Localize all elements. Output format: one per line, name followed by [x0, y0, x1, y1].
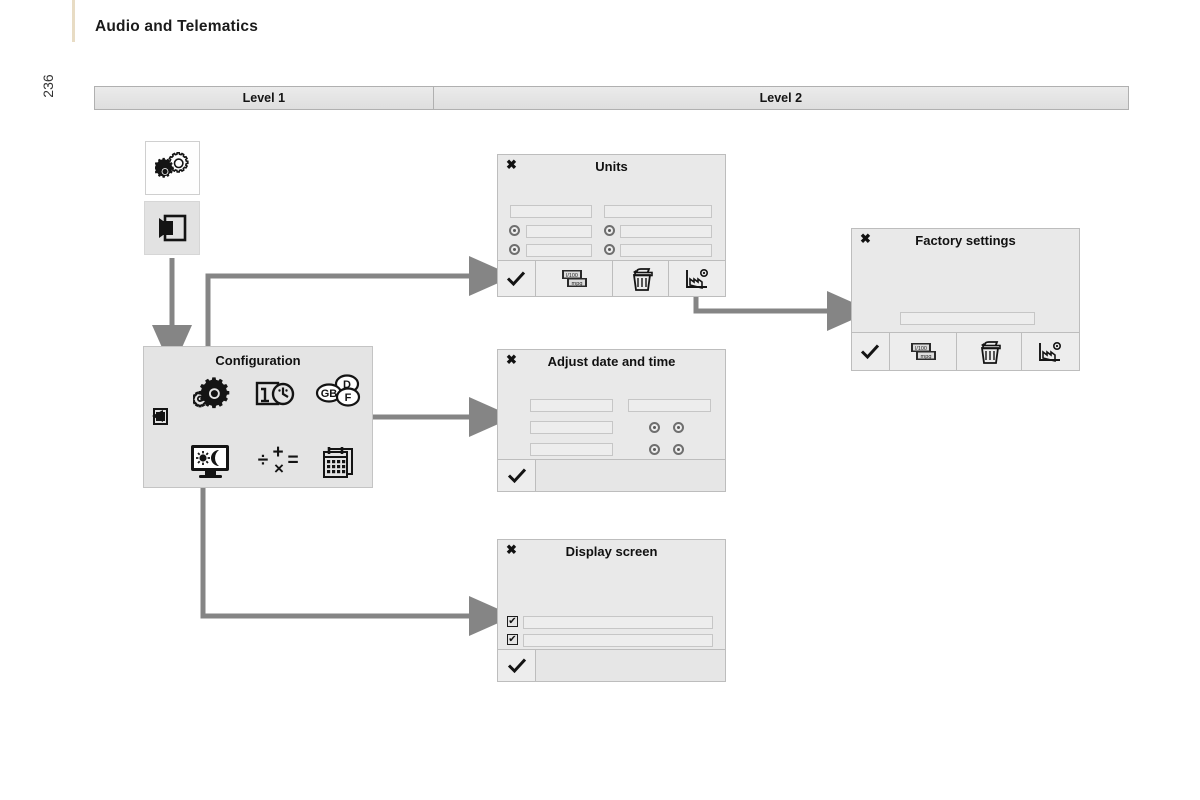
toolbar-blank: [536, 650, 725, 681]
level-2-header: Level 2: [759, 91, 803, 105]
config-icon-display-screen[interactable]: [186, 442, 236, 482]
units-title: Units: [595, 159, 628, 174]
display-field-2[interactable]: [523, 634, 713, 647]
datetime-radio-3[interactable]: [649, 444, 660, 455]
panel-factory-settings: ✖ Factory settings l/100 mpg: [851, 228, 1080, 371]
datetime-field-left-3[interactable]: [530, 443, 613, 456]
datetime-title: Adjust date and time: [547, 354, 676, 369]
title-accent-bar: [72, 0, 75, 42]
display-screen-icon: [191, 445, 229, 478]
datetime-radio-4[interactable]: [673, 444, 684, 455]
exit-icon: [159, 214, 187, 242]
display-checkbox-1[interactable]: ✔: [507, 616, 518, 627]
delete-icon[interactable]: [957, 333, 1022, 370]
units-field-right-3[interactable]: [620, 244, 712, 257]
datetime-radio-2[interactable]: [673, 422, 684, 433]
svg-text:÷: ÷: [258, 450, 268, 471]
validate-icon[interactable]: [852, 333, 890, 370]
datetime-field-left-1[interactable]: [530, 399, 613, 412]
page-root: Audio and Telematics 236 Level 1 Level 2: [0, 0, 1200, 800]
factory-glyph: [1039, 341, 1062, 362]
level1-tile-settings[interactable]: [145, 141, 200, 195]
gears-icon: [193, 377, 230, 409]
factory-field-1[interactable]: [900, 312, 1035, 325]
validate-icon[interactable]: [498, 650, 536, 681]
datetime-field-left-2[interactable]: [530, 421, 613, 434]
units-toggle-icon[interactable]: l/100 mpg: [535, 261, 614, 296]
display-title: Display screen: [565, 544, 658, 559]
datetime-toolbar: [498, 459, 725, 491]
svg-text:=: =: [287, 450, 298, 471]
level1-tile-exit[interactable]: [144, 201, 200, 255]
page-title: Audio and Telematics: [95, 18, 259, 35]
gears-icon: [154, 152, 189, 178]
km-mpg-glyph: l/100 mpg: [910, 342, 936, 360]
calendar-icon: [323, 447, 353, 478]
validate-icon[interactable]: [498, 460, 536, 491]
config-icon-units[interactable]: [191, 375, 235, 413]
panel-configuration: Configuration D GB F ÷ + × =: [143, 346, 373, 488]
units-radio-left-1[interactable]: [509, 225, 520, 236]
panel-adjust-date-time: ✖ Adjust date and time: [497, 349, 726, 492]
language-icon: D GB F: [315, 374, 361, 407]
svg-text:GB: GB: [321, 388, 338, 400]
back-arrow-glyph: [152, 408, 168, 425]
units-field-right-1[interactable]: [604, 205, 712, 218]
svg-text:mpg: mpg: [572, 281, 583, 287]
datetime-field-right-1[interactable]: [628, 399, 711, 412]
configuration-title: Configuration: [215, 353, 301, 368]
level-header: Level 1 Level 2: [94, 86, 1129, 110]
check-glyph: [507, 467, 526, 483]
svg-text:×: ×: [274, 459, 284, 478]
display-header: ✖ Display screen: [498, 540, 725, 566]
datetime-radio-1[interactable]: [649, 422, 660, 433]
level-1-header: Level 1: [95, 87, 434, 109]
display-checkbox-2[interactable]: ✔: [507, 634, 518, 645]
config-icon-calculator[interactable]: ÷ + × =: [254, 442, 302, 480]
date-time-icon: [255, 381, 295, 406]
units-field-left-1[interactable]: [510, 205, 592, 218]
display-field-1[interactable]: [523, 616, 713, 629]
factory-settings-icon[interactable]: [1021, 333, 1079, 370]
factory-header: ✖ Factory settings: [852, 229, 1079, 255]
back-arrow-icon[interactable]: [148, 405, 172, 427]
config-icon-language[interactable]: D GB F: [314, 373, 366, 413]
datetime-header: ✖ Adjust date and time: [498, 350, 725, 376]
page-number: 236: [40, 74, 56, 98]
units-field-left-2[interactable]: [526, 225, 592, 238]
units-field-left-3[interactable]: [526, 244, 592, 257]
check-glyph: [861, 343, 880, 359]
config-icon-date-time[interactable]: [254, 377, 300, 411]
factory-glyph: [686, 268, 709, 289]
units-radio-right-2[interactable]: [604, 244, 615, 255]
display-toolbar: [498, 649, 725, 681]
units-toggle-icon[interactable]: l/100 mpg: [889, 333, 958, 370]
trash-glyph: [980, 340, 1001, 364]
panel-display-screen: ✖ Display screen ✔ ✔: [497, 539, 726, 682]
units-header: ✖ Units: [498, 155, 725, 181]
units-radio-left-2[interactable]: [509, 244, 520, 255]
check-glyph: [507, 657, 526, 673]
delete-icon[interactable]: [613, 261, 670, 296]
trash-glyph: [632, 267, 653, 291]
units-field-right-2[interactable]: [620, 225, 712, 238]
units-radio-right-1[interactable]: [604, 225, 615, 236]
km-mpg-glyph: l/100 mpg: [562, 269, 588, 287]
toolbar-blank: [536, 460, 725, 491]
svg-text:mpg: mpg: [920, 354, 931, 360]
svg-text:F: F: [345, 392, 352, 404]
check-glyph: [507, 270, 526, 286]
factory-title: Factory settings: [915, 233, 1016, 248]
calculator-icon: ÷ + × =: [258, 443, 299, 478]
factory-toolbar: l/100 mpg: [852, 332, 1079, 370]
panel-units: ✖ Units l/100 mpg: [497, 154, 726, 297]
config-icon-calendar[interactable]: [316, 441, 360, 481]
factory-settings-icon[interactable]: [669, 261, 725, 296]
validate-icon[interactable]: [498, 261, 536, 296]
units-toolbar: l/100 mpg: [498, 260, 725, 296]
